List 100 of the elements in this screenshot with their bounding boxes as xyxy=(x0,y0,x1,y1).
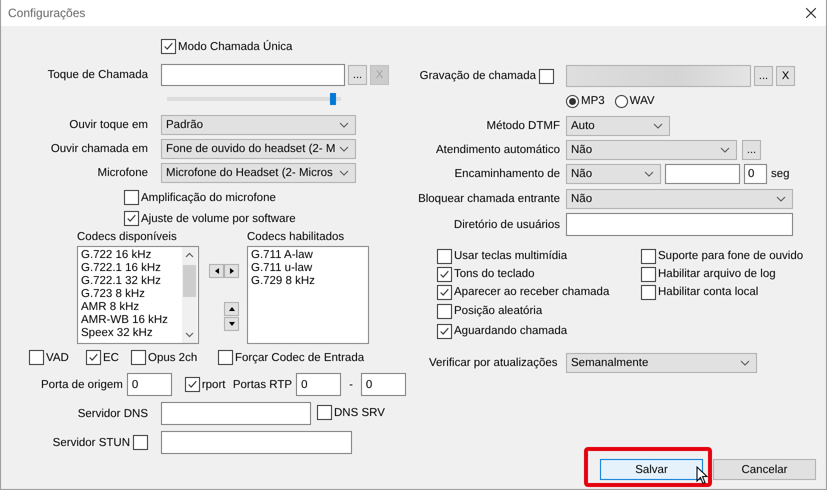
checkbox[interactable] xyxy=(29,350,44,365)
checkbox-option[interactable]: Forçar Codec de Entrada xyxy=(218,349,364,366)
checkbox[interactable] xyxy=(184,377,200,392)
clear-button[interactable]: X xyxy=(776,66,795,86)
checkbox-option[interactable]: Opus 2ch xyxy=(131,349,198,366)
checkbox[interactable] xyxy=(641,284,656,300)
up-triangle-icon xyxy=(228,307,234,311)
chevron-down-icon xyxy=(653,123,663,129)
input-field[interactable]: 0 xyxy=(126,373,172,396)
list-item[interactable]: G.729 8 kHz xyxy=(251,275,315,288)
checkbox[interactable] xyxy=(437,324,452,338)
pointer-cursor-icon xyxy=(696,466,708,485)
dropdown[interactable]: Semanalmente xyxy=(566,353,757,373)
checkbox-option[interactable]: Posição aleatória xyxy=(437,302,542,320)
browse-button[interactable]: ... xyxy=(348,65,367,85)
checkbox-option[interactable]: Usar teclas multimídia xyxy=(437,248,568,264)
checkbox-option[interactable]: Aguardando chamada xyxy=(437,322,568,340)
input-field[interactable] xyxy=(161,431,352,454)
field-label: Gravação de chamada xyxy=(420,70,536,82)
checkbox-option[interactable]: Tons do teclado xyxy=(437,266,535,282)
checkbox-option[interactable]: Aparecer ao receber chamada xyxy=(437,284,610,300)
checkbox[interactable] xyxy=(86,350,101,365)
dropdown[interactable]: Não xyxy=(566,189,793,209)
field-label: Bloquear chamada entrante xyxy=(417,193,560,205)
dropdown[interactable]: Não xyxy=(566,164,661,184)
checkbox[interactable] xyxy=(317,405,332,420)
chevron-down-icon xyxy=(644,171,654,177)
list-item[interactable]: G.711 u-law xyxy=(251,262,315,275)
radio-option[interactable]: MP3 xyxy=(566,93,605,109)
checkbox-option[interactable]: rport xyxy=(184,376,226,393)
chevron-down-icon xyxy=(720,147,730,153)
range-separator: - xyxy=(349,378,353,390)
radio-option[interactable]: WAV xyxy=(614,93,655,109)
chevron-down-icon xyxy=(339,122,349,128)
slider-thumb[interactable] xyxy=(330,93,336,105)
left-triangle-icon xyxy=(214,268,218,274)
list-item[interactable]: G.723 8 kHz xyxy=(81,288,168,301)
input-field[interactable] xyxy=(161,64,345,86)
checkbox-option[interactable]: VAD xyxy=(29,349,69,366)
move-left-button[interactable] xyxy=(209,264,224,278)
window-title: Configurações xyxy=(8,6,86,20)
checkbox-option[interactable]: Habilitar conta local xyxy=(641,284,758,300)
checkmark-icon xyxy=(439,286,450,298)
checkbox-option[interactable]: Ajuste de volume por software xyxy=(124,210,296,227)
radio-button[interactable] xyxy=(614,94,628,108)
dropdown[interactable]: Microfone do Headset (2- Micros xyxy=(161,163,356,183)
move-down-button[interactable] xyxy=(224,317,239,331)
list-item[interactable]: Speex 32 kHz xyxy=(81,327,168,340)
field-label: Ouvir chamada em xyxy=(50,143,148,155)
checkbox[interactable] xyxy=(437,248,452,264)
dialog-button[interactable]: Cancelar xyxy=(713,459,816,480)
field-label: Verificar por atualizações xyxy=(428,357,558,369)
list-item[interactable]: AMR-WB 16 kHz xyxy=(81,314,168,327)
list-label: Codecs habilitados xyxy=(247,230,346,244)
input-field[interactable] xyxy=(566,65,751,87)
checkbox[interactable] xyxy=(133,435,148,450)
checkbox[interactable] xyxy=(437,284,452,300)
checkbox[interactable] xyxy=(539,68,554,84)
unit-label: seg xyxy=(771,168,790,180)
checkbox-option[interactable]: DNS SRV xyxy=(317,404,385,421)
checkbox-option[interactable]: Amplificação do microfone xyxy=(124,189,276,206)
dropdown[interactable]: Não xyxy=(566,140,737,160)
checkbox-option[interactable]: EC xyxy=(86,349,119,366)
list-item[interactable]: G.722 16 kHz xyxy=(81,249,168,262)
browse-button[interactable]: ... xyxy=(754,66,773,86)
radio-button[interactable] xyxy=(566,94,579,108)
checkbox[interactable] xyxy=(124,211,139,226)
field-label: Porta de origem xyxy=(41,378,123,390)
checkbox-option[interactable]: Habilitar arquivo de log xyxy=(641,266,776,282)
input-field[interactable] xyxy=(665,164,740,184)
move-up-button[interactable] xyxy=(224,302,239,316)
dropdown[interactable]: Padrão xyxy=(161,115,356,135)
input-field[interactable]: 0 xyxy=(360,373,406,396)
list-item[interactable]: G.711 A-law xyxy=(251,249,315,262)
down-triangle-icon xyxy=(228,322,234,326)
checkbox[interactable] xyxy=(161,39,176,54)
list-item[interactable]: G.722.1 16 kHz xyxy=(81,262,168,275)
checkbox[interactable] xyxy=(641,248,656,264)
list-item[interactable]: G.722.1 32 kHz xyxy=(81,275,168,288)
checkbox[interactable] xyxy=(641,266,656,282)
input-field[interactable]: 0 xyxy=(744,164,767,184)
scrollbar[interactable] xyxy=(182,247,197,343)
checkbox-option[interactable]: Modo Chamada Única xyxy=(161,38,292,55)
more-button[interactable]: ... xyxy=(742,140,761,160)
checkbox[interactable] xyxy=(437,266,452,282)
dropdown[interactable]: Fone de ouvido do headset (2- M xyxy=(161,139,356,159)
input-field[interactable] xyxy=(161,402,311,425)
checkbox[interactable] xyxy=(218,350,233,365)
checkbox[interactable] xyxy=(437,304,452,318)
input-field[interactable] xyxy=(566,213,793,236)
checkbox[interactable] xyxy=(124,190,139,205)
checkbox[interactable] xyxy=(131,350,146,365)
move-right-button[interactable] xyxy=(224,264,239,278)
list-item[interactable]: AMR 8 kHz xyxy=(81,301,168,314)
input-field[interactable]: 0 xyxy=(296,373,342,396)
close-icon[interactable] xyxy=(806,8,816,18)
checkbox-option[interactable]: Suporte para fone de ouvido xyxy=(641,248,804,264)
dialog-button[interactable]: Salvar xyxy=(600,459,703,480)
field-label: Portas RTP xyxy=(232,378,292,390)
dropdown[interactable]: Auto xyxy=(566,116,670,136)
